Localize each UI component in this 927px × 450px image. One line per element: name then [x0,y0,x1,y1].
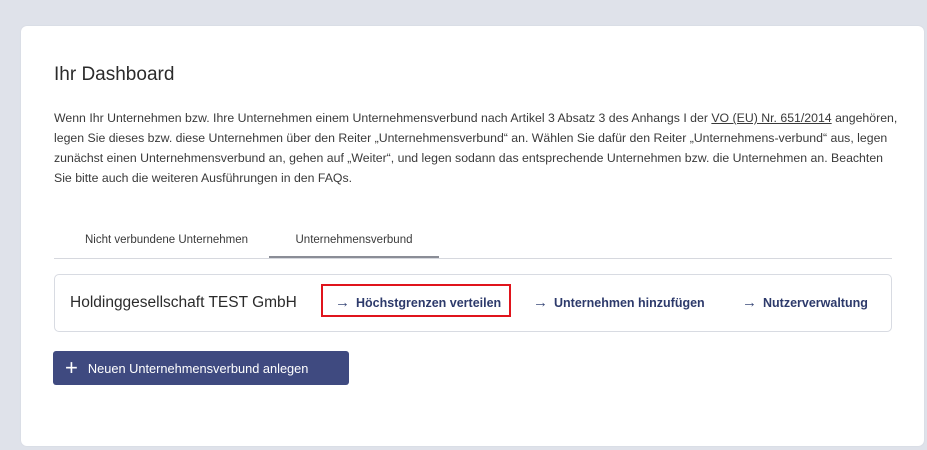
page-title: Ihr Dashboard [54,64,175,85]
arrow-right-icon: → [533,294,548,311]
user-management-label: Nutzerverwaltung [763,296,868,310]
tab-bar: Nicht verbundene Unternehmen Unternehmen… [54,224,892,259]
tab-nicht-verbundene-unternehmen[interactable]: Nicht verbundene Unternehmen [69,224,264,257]
arrow-right-icon: → [742,294,757,311]
regulation-link[interactable]: VO (EU) Nr. 651/2014 [711,111,831,125]
company-group-name: Holdinggesellschaft TEST GmbH [70,294,297,311]
add-company-link[interactable]: → Unternehmen hinzufügen [533,275,705,331]
intro-text-part1: Wenn Ihr Unternehmen bzw. Ihre Unternehm… [54,111,712,125]
new-company-group-label: Neuen Unternehmensverbund anlegen [87,360,309,376]
add-company-label: Unternehmen hinzufügen [554,296,705,310]
distribute-limits-link[interactable]: → Höchstgrenzen verteilen [335,275,501,331]
tab-unternehmensverbund[interactable]: Unternehmensverbund [269,224,439,258]
arrow-right-icon: → [335,294,350,311]
new-company-group-button[interactable]: + Neuen Unternehmensverbund anlegen [53,351,349,385]
plus-icon: + [65,355,78,380]
distribute-limits-label: Höchstgrenzen verteilen [356,296,502,310]
user-management-link[interactable]: → Nutzerverwaltung [742,275,868,331]
intro-text: Wenn Ihr Unternehmen bzw. Ihre Unternehm… [54,108,899,188]
company-group-row: Holdinggesellschaft TEST GmbH → Höchstgre… [54,274,892,332]
dashboard-card: Ihr Dashboard Wenn Ihr Unternehmen bzw. … [21,26,924,446]
